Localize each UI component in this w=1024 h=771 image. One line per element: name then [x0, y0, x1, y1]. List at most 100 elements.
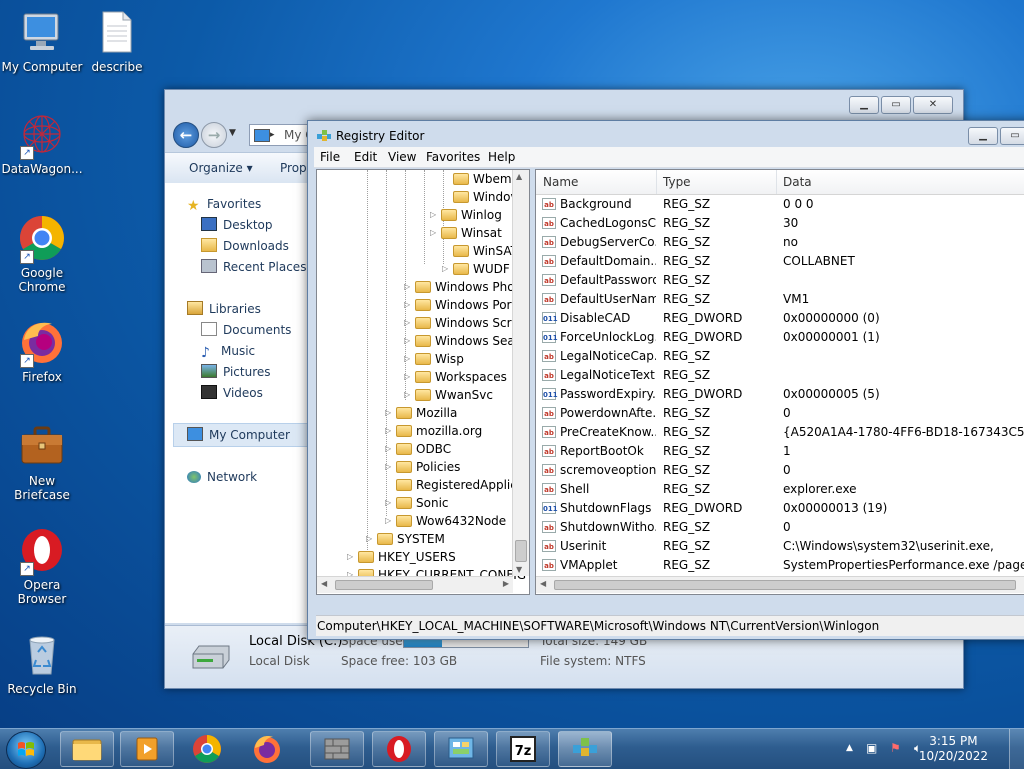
registry-value-row[interactable]: ab CachedLogonsC... REG_SZ 30 [536, 214, 1024, 233]
tree-item[interactable]: ▷ Windows Searc [404, 332, 526, 350]
minimize-button[interactable]: ▁ [968, 127, 998, 145]
taskbar-chrome[interactable] [180, 731, 234, 767]
tree-item[interactable]: Windov [453, 188, 518, 206]
recent-pages-dropdown[interactable]: ▼ [229, 128, 236, 138]
nav-libraries[interactable]: Libraries [187, 300, 261, 318]
registry-value-row[interactable]: ab Userinit REG_SZ C:\Windows\system32\user… [536, 537, 1024, 556]
list-horizontal-scrollbar[interactable]: ◀ [536, 576, 1024, 593]
scroll-thumb[interactable] [515, 540, 527, 562]
taskbar-firewall-app[interactable] [310, 731, 364, 767]
tree-item[interactable]: ▷ SYSTEM [366, 530, 445, 548]
tree-horizontal-scrollbar[interactable]: ◀ ▶ [317, 576, 513, 593]
show-hidden-icons-icon[interactable]: ▲ [846, 743, 853, 753]
desktop-icon-datawagon[interactable]: ↗ DataWagon... [0, 110, 84, 176]
registry-value-row[interactable]: ab DefaultPassword REG_SZ [536, 271, 1024, 290]
expand-arrow-icon[interactable]: ▷ [404, 386, 412, 404]
expand-arrow-icon[interactable]: ▷ [404, 314, 412, 332]
desktop-icon-recycle-bin[interactable]: Recycle Bin [0, 630, 84, 696]
expand-arrow-icon[interactable]: ▷ [430, 206, 438, 224]
tree-item[interactable]: ▷ HKEY_USERS [347, 548, 456, 566]
network-tray-icon[interactable]: ▣ [866, 741, 877, 755]
scroll-thumb[interactable] [554, 580, 1016, 590]
column-separator[interactable] [776, 170, 777, 194]
menu-view[interactable]: View [388, 150, 416, 164]
tree-item[interactable]: ▷ mozilla.org [385, 422, 482, 440]
registry-value-row[interactable]: 011 PasswordExpiry... REG_DWORD 0x00000005 … [536, 385, 1024, 404]
nav-documents[interactable]: Documents [201, 321, 291, 339]
registry-value-row[interactable]: ab PowerdownAfte... REG_SZ 0 [536, 404, 1024, 423]
taskbar-explorer[interactable] [60, 731, 114, 767]
taskbar-7zip[interactable]: 7z [496, 731, 550, 767]
menu-favorites[interactable]: Favorites [426, 150, 480, 164]
expand-arrow-icon[interactable]: ▷ [385, 404, 393, 422]
nav-my-computer[interactable]: My Computer [187, 426, 290, 444]
desktop-icon-google-chrome[interactable]: ↗ Google Chrome [0, 214, 84, 294]
nav-desktop[interactable]: Desktop [201, 216, 273, 234]
nav-music[interactable]: ♪ Music [201, 342, 255, 360]
tree-item[interactable]: ▷ Winsat [430, 224, 502, 242]
start-button[interactable] [6, 731, 46, 769]
expand-arrow-icon[interactable]: ▷ [404, 296, 412, 314]
tree-item[interactable]: ▷ Winlog [430, 206, 502, 224]
organize-button[interactable]: Organize ▾ [189, 161, 253, 175]
tree-item[interactable]: ▷ Policies [385, 458, 460, 476]
system-clock[interactable]: 3:15 PM 10/20/2022 [919, 734, 988, 764]
registry-value-row[interactable]: ab LegalNoticeText REG_SZ [536, 366, 1024, 385]
expand-arrow-icon[interactable]: ▷ [404, 350, 412, 368]
tree-item[interactable]: ▷ Windows Porta [404, 296, 524, 314]
expand-arrow-icon[interactable]: ▷ [385, 512, 393, 530]
close-button[interactable]: ✕ [913, 96, 953, 114]
column-separator[interactable] [656, 170, 657, 194]
minimize-button[interactable]: ▁ [849, 96, 879, 114]
tree-item[interactable]: ▷ Windows Phot [404, 278, 519, 296]
properties-button[interactable]: Prop [280, 161, 307, 175]
expand-arrow-icon[interactable]: ▷ [385, 440, 393, 458]
registry-value-row[interactable]: ab Background REG_SZ 0 0 0 [536, 195, 1024, 214]
registry-value-row[interactable]: 011 ShutdownFlags REG_DWORD 0x00000013 (19) [536, 499, 1024, 518]
column-header-data[interactable]: Data [783, 175, 812, 189]
action-center-flag-icon[interactable]: ⚑ [890, 741, 901, 755]
explorer-titlebar[interactable] [165, 90, 963, 118]
registry-value-row[interactable]: ab DebugServerCo... REG_SZ no [536, 233, 1024, 252]
nav-downloads[interactable]: Downloads [201, 237, 289, 255]
taskbar-control-panel[interactable] [434, 731, 488, 767]
tree-item[interactable]: ▷ ODBC [385, 440, 451, 458]
tree-item[interactable]: ▷ WUDF [442, 260, 510, 278]
nav-videos[interactable]: Videos [201, 384, 263, 402]
tree-item[interactable]: WinSAT [453, 242, 518, 260]
tree-item[interactable]: ▷ Mozilla [385, 404, 457, 422]
registry-values-list[interactable]: Name Type Data ab Background REG_SZ 0 0 0 ab… [535, 169, 1024, 595]
registry-value-row[interactable]: ab scremoveoption REG_SZ 0 [536, 461, 1024, 480]
expand-arrow-icon[interactable]: ▷ [430, 224, 438, 242]
expand-arrow-icon[interactable]: ▷ [404, 368, 412, 386]
scroll-thumb[interactable] [335, 580, 433, 590]
expand-arrow-icon[interactable]: ▷ [385, 494, 393, 512]
desktop-icon-describe[interactable]: describe [75, 8, 159, 74]
desktop-icon-opera-browser[interactable]: ↗ Opera Browser [0, 526, 84, 606]
expand-arrow-icon[interactable]: ▷ [385, 458, 393, 476]
tree-vertical-scrollbar[interactable]: ▲ ▼ [512, 170, 529, 576]
expand-arrow-icon[interactable]: ▷ [366, 530, 374, 548]
registry-value-row[interactable]: 011 DisableCAD REG_DWORD 0x00000000 (0) [536, 309, 1024, 328]
registry-value-row[interactable]: ab VMApplet REG_SZ SystemPropertiesPerforma… [536, 556, 1024, 575]
back-button[interactable]: ← [173, 122, 199, 148]
desktop-icon-my-computer[interactable]: My Computer [0, 8, 84, 74]
expand-arrow-icon[interactable]: ▷ [347, 548, 355, 566]
registry-value-row[interactable]: ab ShutdownWitho... REG_SZ 0 [536, 518, 1024, 537]
registry-editor-window[interactable]: Registry Editor ▁ ▭ File Edit View Favor… [307, 120, 1024, 640]
registry-value-row[interactable]: ab DefaultUserName REG_SZ VM1 [536, 290, 1024, 309]
desktop-icon-firefox[interactable]: ↗ Firefox [0, 318, 84, 384]
taskbar-opera[interactable] [372, 731, 426, 767]
tree-item[interactable]: ▷ Workspaces [404, 368, 507, 386]
nav-favorites[interactable]: ★ Favorites [187, 195, 261, 213]
tree-item[interactable]: ▷ Windows Scrip [404, 314, 522, 332]
registry-value-row[interactable]: ab ReportBootOk REG_SZ 1 [536, 442, 1024, 461]
tree-item[interactable]: ▷ Wisp [404, 350, 464, 368]
tree-item[interactable]: ▷ Wow6432Node [385, 512, 506, 530]
nav-network[interactable]: Network [187, 468, 257, 486]
show-desktop-button[interactable] [1009, 729, 1024, 769]
taskbar-media-player[interactable] [120, 731, 174, 767]
expand-arrow-icon[interactable]: ▷ [442, 260, 450, 278]
taskbar-registry-editor[interactable] [558, 731, 612, 767]
maximize-button[interactable]: ▭ [1000, 127, 1024, 145]
